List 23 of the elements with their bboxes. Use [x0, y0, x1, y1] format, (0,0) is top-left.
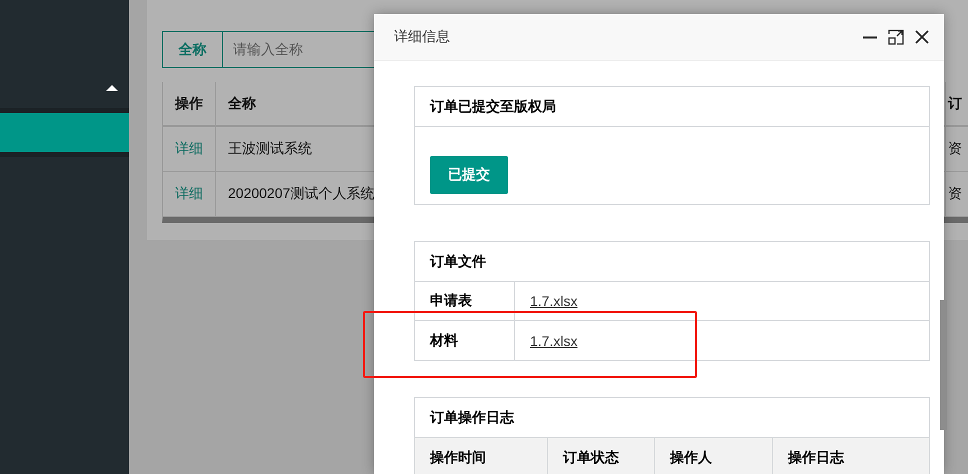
caret-up-icon[interactable] [106, 85, 118, 91]
field-label: 全称 [163, 32, 223, 67]
column-header: 操作日志 [786, 448, 846, 467]
section-title: 订单已提交至版权局 [415, 87, 929, 127]
submitted-button[interactable]: 已提交 [430, 156, 508, 194]
file-label: 申请表 [430, 292, 472, 310]
file-label: 材料 [430, 332, 458, 350]
detail-link[interactable]: 详细 [163, 127, 216, 172]
table-cell: 资 [946, 172, 968, 217]
column-header: 操作时间 [415, 438, 548, 474]
maximize-icon[interactable] [888, 29, 904, 45]
column-header: 订单状态 [548, 438, 655, 474]
column-header: 订 [946, 82, 968, 127]
file-link[interactable]: 1.7.xlsx [530, 332, 578, 348]
scrollbar-thumb[interactable] [940, 300, 947, 430]
file-link[interactable]: 1.7.xlsx [530, 293, 578, 309]
table-cell: 资 [946, 127, 968, 172]
section-title: 订单文件 [415, 242, 929, 282]
close-icon[interactable] [914, 29, 930, 45]
column-header: 操作人 [655, 438, 773, 474]
detail-link[interactable]: 详细 [163, 172, 216, 217]
placeholder-text: 请输入全称 [232, 40, 304, 58]
column-header: 操作 [163, 82, 216, 127]
